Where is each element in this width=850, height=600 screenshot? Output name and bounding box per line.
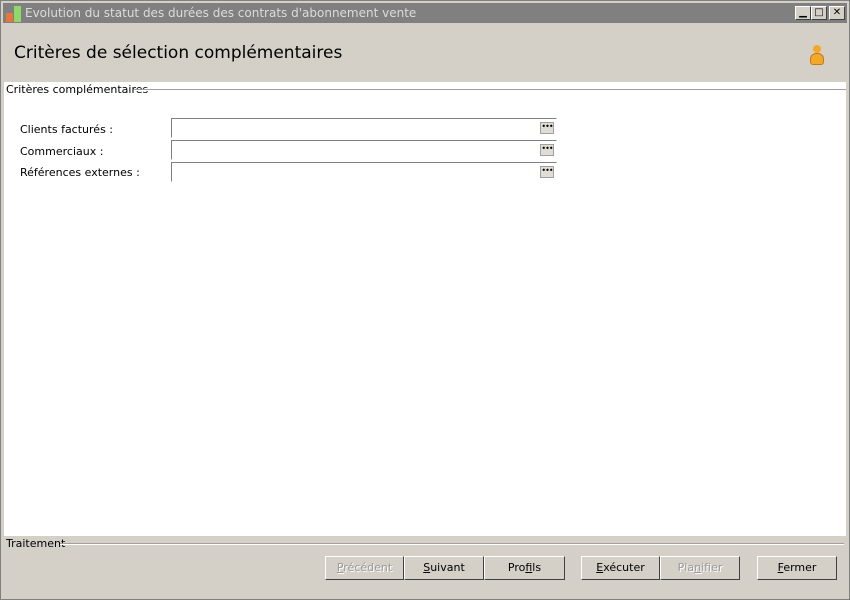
profils-label-post: ils (532, 561, 542, 574)
references-externes-label: Références externes : (20, 166, 140, 179)
suivant-label-post: uivant (430, 561, 465, 574)
user-icon[interactable] (809, 45, 825, 67)
fermer-label-post: ermer (783, 561, 817, 574)
commerciaux-browse-button[interactable]: ••• (540, 144, 554, 156)
planifier-label-pre: Pla (677, 561, 695, 574)
footer-divider (60, 543, 844, 545)
window-title: Evolution du statut des durées des contr… (25, 6, 417, 20)
group-divider (134, 89, 846, 91)
page-title: Critères de sélection complémentaires (14, 43, 343, 63)
group-label: Critères complémentaires (6, 83, 153, 96)
minimize-button[interactable]: ▁ (795, 6, 811, 20)
fermer-button[interactable]: Fermer (757, 556, 837, 580)
page-header: Critères de sélection complémentaires (3, 25, 847, 83)
precedent-label-post: récédent (343, 561, 393, 574)
suivant-button[interactable]: Suivant (404, 556, 484, 580)
maximize-button[interactable]: □ (811, 6, 827, 20)
clients-factures-label: Clients facturés : (20, 123, 114, 136)
commerciaux-label: Commerciaux : (20, 145, 104, 158)
criteria-panel: Critères complémentaires Clients facturé… (4, 82, 846, 536)
close-button[interactable]: ✕ (829, 6, 845, 20)
precedent-button[interactable]: Précédent (325, 556, 404, 580)
planifier-button[interactable]: Planifier (660, 556, 740, 580)
planifier-label-post: ifier (701, 561, 723, 574)
title-bar[interactable]: Evolution du statut des durées des contr… (3, 3, 847, 23)
planifier-label-key: n (694, 561, 702, 574)
footer-label: Traitement (6, 537, 69, 550)
executer-label-post: xécuter (603, 561, 645, 574)
profils-label-pre: Pro (507, 561, 526, 574)
clients-factures-field[interactable]: ••• (171, 118, 557, 138)
clients-factures-browse-button[interactable]: ••• (540, 122, 554, 134)
app-icon (6, 6, 22, 22)
references-externes-field[interactable]: ••• (171, 162, 557, 182)
profils-button[interactable]: Profils (484, 556, 565, 580)
references-externes-browse-button[interactable]: ••• (540, 166, 554, 178)
commerciaux-field[interactable]: ••• (171, 140, 557, 160)
executer-button[interactable]: Exécuter (581, 556, 660, 580)
